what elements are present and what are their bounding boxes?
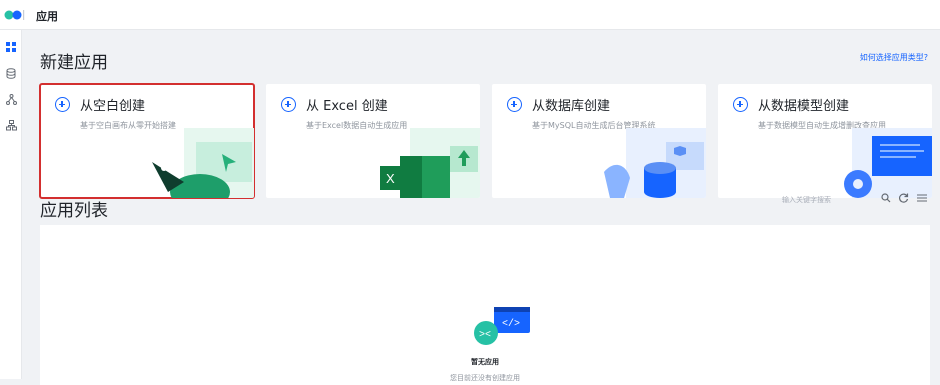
- excel-illustration: X: [380, 128, 480, 198]
- list-section-title: 应用列表: [40, 201, 108, 221]
- list-view-icon[interactable]: [916, 192, 928, 204]
- create-excel-card[interactable]: 从 Excel 创建 基于Excel数据自动生成应用 X: [266, 84, 480, 198]
- main-content: 新建应用 如何选择应用类型? 从空白创建 基于空白画布从零开始搭建 从 Exce…: [22, 30, 940, 385]
- app-logo-icon[interactable]: [4, 8, 26, 22]
- org-icon[interactable]: [4, 118, 18, 132]
- refresh-icon[interactable]: [898, 192, 910, 204]
- svg-text:X: X: [386, 171, 395, 186]
- card-title: 从 Excel 创建: [306, 99, 388, 114]
- card-title: 从数据模型创建: [758, 99, 850, 114]
- card-title: 从空白创建: [80, 99, 146, 114]
- svg-text:</>: </>: [502, 318, 520, 330]
- plus-circle-icon: [281, 97, 296, 112]
- create-database-card[interactable]: 从数据库创建 基于MySQL自动生成后台管理系统: [492, 84, 706, 198]
- sidebar: [0, 30, 22, 379]
- create-datamodel-card[interactable]: 从数据模型创建 基于数据模型自动生成增删改查应用: [718, 84, 932, 198]
- grid-icon[interactable]: [4, 40, 18, 54]
- search-input[interactable]: 输入关键字搜索: [782, 192, 872, 208]
- empty-state-illustration: </> ><: [474, 307, 530, 345]
- datamodel-illustration: [844, 128, 932, 198]
- empty-state-title: 暂无应用: [471, 358, 499, 366]
- search-icon[interactable]: [880, 192, 892, 204]
- page-title: 应用: [36, 10, 58, 23]
- database-icon[interactable]: [4, 66, 18, 80]
- create-blank-card[interactable]: 从空白创建 基于空白画布从零开始搭建: [39, 83, 255, 199]
- card-title: 从数据库创建: [532, 99, 611, 114]
- svg-text:><: ><: [479, 330, 491, 341]
- database-illustration: [604, 128, 706, 198]
- plus-circle-icon: [55, 97, 70, 112]
- plus-circle-icon: [507, 97, 522, 112]
- plus-circle-icon: [733, 97, 748, 112]
- create-section-title: 新建应用: [40, 53, 108, 73]
- flow-icon[interactable]: [4, 92, 18, 106]
- app-list-panel: </> >< 暂无应用 您目前还没有创建应用: [40, 225, 930, 385]
- blank-canvas-illustration: [152, 128, 254, 198]
- help-link[interactable]: 如何选择应用类型?: [860, 52, 928, 63]
- empty-state-subtitle: 您目前还没有创建应用: [450, 374, 520, 382]
- top-bar: 应用: [0, 0, 940, 30]
